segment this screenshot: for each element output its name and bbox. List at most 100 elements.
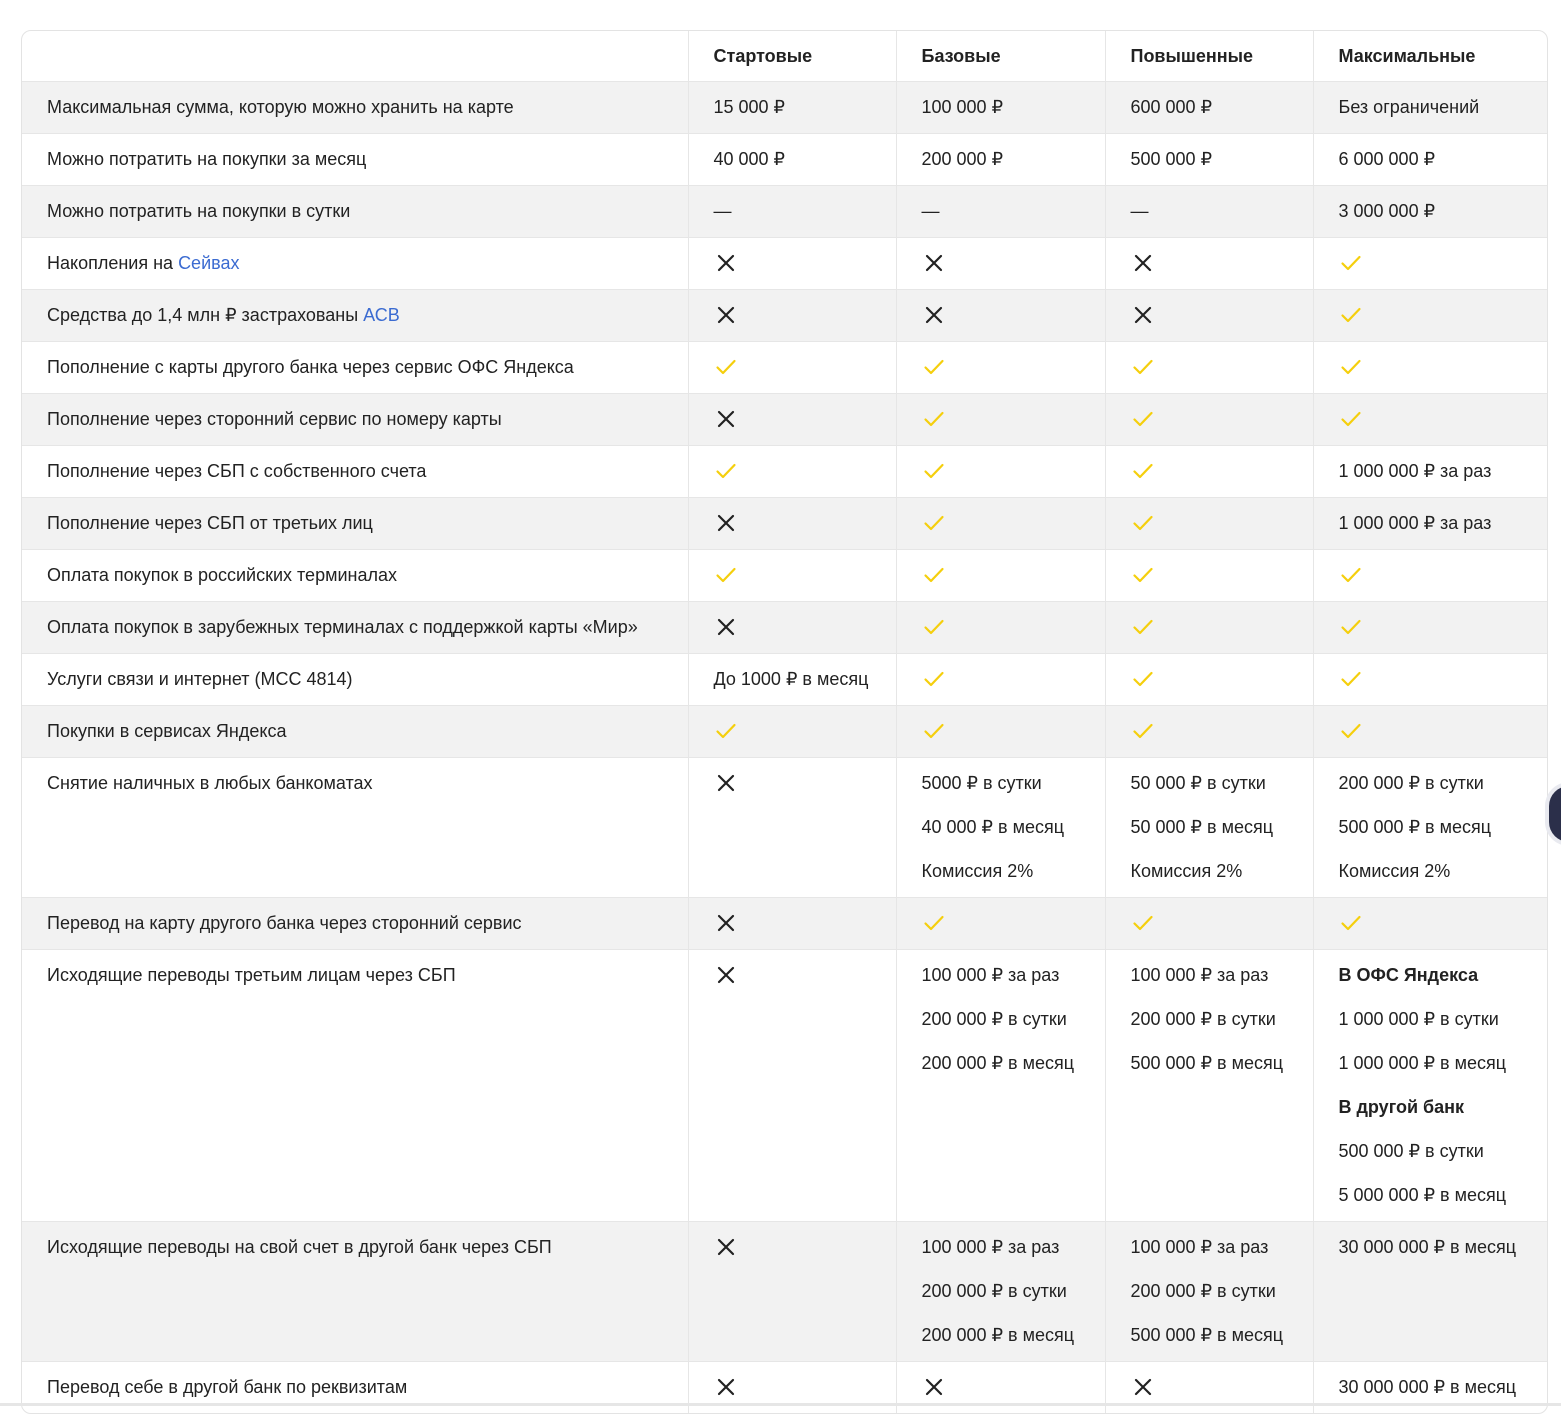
- table-cell: [687, 897, 896, 950]
- table-cell: [1104, 705, 1313, 758]
- check-icon: [922, 719, 946, 743]
- cell-line: 500 000 ₽: [1130, 149, 1213, 169]
- table-cell: [895, 653, 1105, 706]
- table-cell: 100 000 ₽ за раз 200 000 ₽ в сутки 500 000…: [1104, 949, 1313, 1222]
- table-row: Исходящие переводы на свой счет в другой…: [22, 1221, 1547, 1362]
- table-row: Максимальная сумма, которую можно хранит…: [22, 81, 1547, 134]
- table-row: Покупки в сервисах Яндекса: [22, 705, 1547, 758]
- check-icon: [922, 667, 946, 691]
- table-cell: [1104, 497, 1313, 550]
- table-row: Исходящие переводы третьим лицам через С…: [22, 949, 1547, 1222]
- check-icon: [1339, 303, 1363, 327]
- table-cell: [1312, 549, 1547, 602]
- cell-line: —: [1130, 201, 1149, 221]
- cell-line: 1 000 000 ₽ за раз: [1338, 513, 1492, 533]
- table-cell: [687, 601, 896, 654]
- cross-icon: [714, 615, 738, 639]
- cell-line: 500 000 ₽ в месяц: [1130, 1325, 1284, 1345]
- cell-line: 40 000 ₽: [713, 149, 786, 169]
- row-label-text: Пополнение через СБП с собственного счет…: [47, 461, 427, 481]
- table-cell: [1104, 341, 1313, 394]
- table-cell: [687, 1221, 896, 1362]
- row-label-link[interactable]: Сейвах: [178, 253, 239, 273]
- header-cell-maximum: Максимальные: [1312, 31, 1547, 82]
- table-cell: [1104, 601, 1313, 654]
- table-cell: [895, 237, 1105, 290]
- header-cell-advanced: Повышенные: [1104, 31, 1313, 82]
- table-row: Накопления на Сейвах: [22, 237, 1547, 290]
- cross-icon: [714, 963, 738, 987]
- table-cell: 600 000 ₽: [1104, 81, 1313, 134]
- cell-line: 200 000 ₽: [921, 149, 1004, 169]
- cell-line: 100 000 ₽ за раз: [921, 1237, 1060, 1257]
- table-cell: 3 000 000 ₽: [1312, 185, 1547, 238]
- cell-line: До 1000 ₽ в месяц: [713, 669, 869, 689]
- cell-line: 500 000 ₽ в сутки: [1338, 1141, 1484, 1161]
- limits-table-container: Стартовые Базовые Повышенные Максимальны…: [21, 30, 1548, 1414]
- check-icon: [1131, 667, 1155, 691]
- table-row: Можно потратить на покупки в сутки — — — 3 0…: [22, 185, 1547, 238]
- cell-line: 100 000 ₽ за раз: [921, 965, 1060, 985]
- table-cell: [687, 393, 896, 446]
- cell-line: 6 000 000 ₽: [1338, 149, 1436, 169]
- table-row: Пополнение через СБП с собственного счет…: [22, 445, 1547, 498]
- cell-line: 200 000 ₽ в сутки: [921, 1009, 1067, 1029]
- cross-icon: [1131, 251, 1155, 275]
- header-cell-basic: Базовые: [895, 31, 1105, 82]
- cell-line: 30 000 000 ₽ в месяц: [1338, 1377, 1517, 1397]
- row-label: Перевод на карту другого банка через сто…: [22, 897, 688, 950]
- table-cell: [895, 601, 1105, 654]
- cross-icon: [714, 407, 738, 431]
- check-icon: [1339, 911, 1363, 935]
- table-cell: 30 000 000 ₽ в месяц: [1312, 1221, 1547, 1362]
- table-cell: В ОФС Яндекса 1 000 000 ₽ в сутки 1 000 00…: [1312, 949, 1547, 1222]
- table-cell: До 1000 ₽ в месяц: [687, 653, 896, 706]
- cross-icon: [714, 771, 738, 795]
- cell-line: 5000 ₽ в сутки: [921, 773, 1042, 793]
- table-row: Оплата покупок в зарубежных терминалах с…: [22, 601, 1547, 654]
- table-cell: 100 000 ₽ за раз 200 000 ₽ в сутки 200 000…: [895, 949, 1105, 1222]
- row-label-link[interactable]: АСВ: [363, 305, 400, 325]
- table-cell: 5000 ₽ в сутки 40 000 ₽ в месяц Комиссия 2…: [895, 757, 1105, 898]
- table-cell: [1312, 289, 1547, 342]
- check-icon: [1131, 407, 1155, 431]
- table-cell: [1104, 653, 1313, 706]
- row-label: Исходящие переводы на свой счет в другой…: [22, 1221, 688, 1362]
- floating-chat-button[interactable]: [1549, 786, 1561, 842]
- check-icon: [714, 719, 738, 743]
- cell-line: Комиссия 2%: [1130, 861, 1243, 881]
- row-label-text: Оплата покупок в зарубежных терминалах с…: [47, 617, 638, 637]
- table-cell: [895, 497, 1105, 550]
- check-icon: [1131, 563, 1155, 587]
- cross-icon: [714, 1235, 738, 1259]
- row-label: Пополнение через СБП от третьих лиц: [22, 497, 688, 550]
- header-cell-empty: [22, 31, 688, 82]
- row-label: Покупки в сервисах Яндекса: [22, 705, 688, 758]
- table-cell: [895, 341, 1105, 394]
- check-icon: [922, 407, 946, 431]
- check-icon: [922, 459, 946, 483]
- cross-icon: [714, 911, 738, 935]
- check-icon: [714, 355, 738, 379]
- table-cell: [1104, 289, 1313, 342]
- table-cell: [687, 949, 896, 1222]
- table-row: Оплата покупок в российских терминалах: [22, 549, 1547, 602]
- table-cell: [687, 757, 896, 898]
- row-label-text: Средства до 1,4 млн ₽ застрахованы: [47, 305, 364, 325]
- check-icon: [1131, 615, 1155, 639]
- row-label: Исходящие переводы третьим лицам через С…: [22, 949, 688, 1222]
- row-label-text: Максимальная сумма, которую можно хранит…: [47, 97, 514, 117]
- check-icon: [1339, 719, 1363, 743]
- table-cell: [1312, 601, 1547, 654]
- cell-line: 30 000 000 ₽ в месяц: [1338, 1237, 1517, 1257]
- table-cell: [895, 393, 1105, 446]
- row-label-text: Накопления на: [47, 253, 179, 273]
- row-label-text: Перевод на карту другого банка через сто…: [47, 913, 522, 933]
- table-cell: [687, 705, 896, 758]
- check-icon: [714, 563, 738, 587]
- cross-icon: [1131, 303, 1155, 327]
- check-icon: [922, 615, 946, 639]
- cell-line: 200 000 ₽ в месяц: [921, 1325, 1075, 1345]
- limits-table: Стартовые Базовые Повышенные Максимальны…: [22, 31, 1547, 1413]
- cell-line: 500 000 ₽ в месяц: [1338, 817, 1492, 837]
